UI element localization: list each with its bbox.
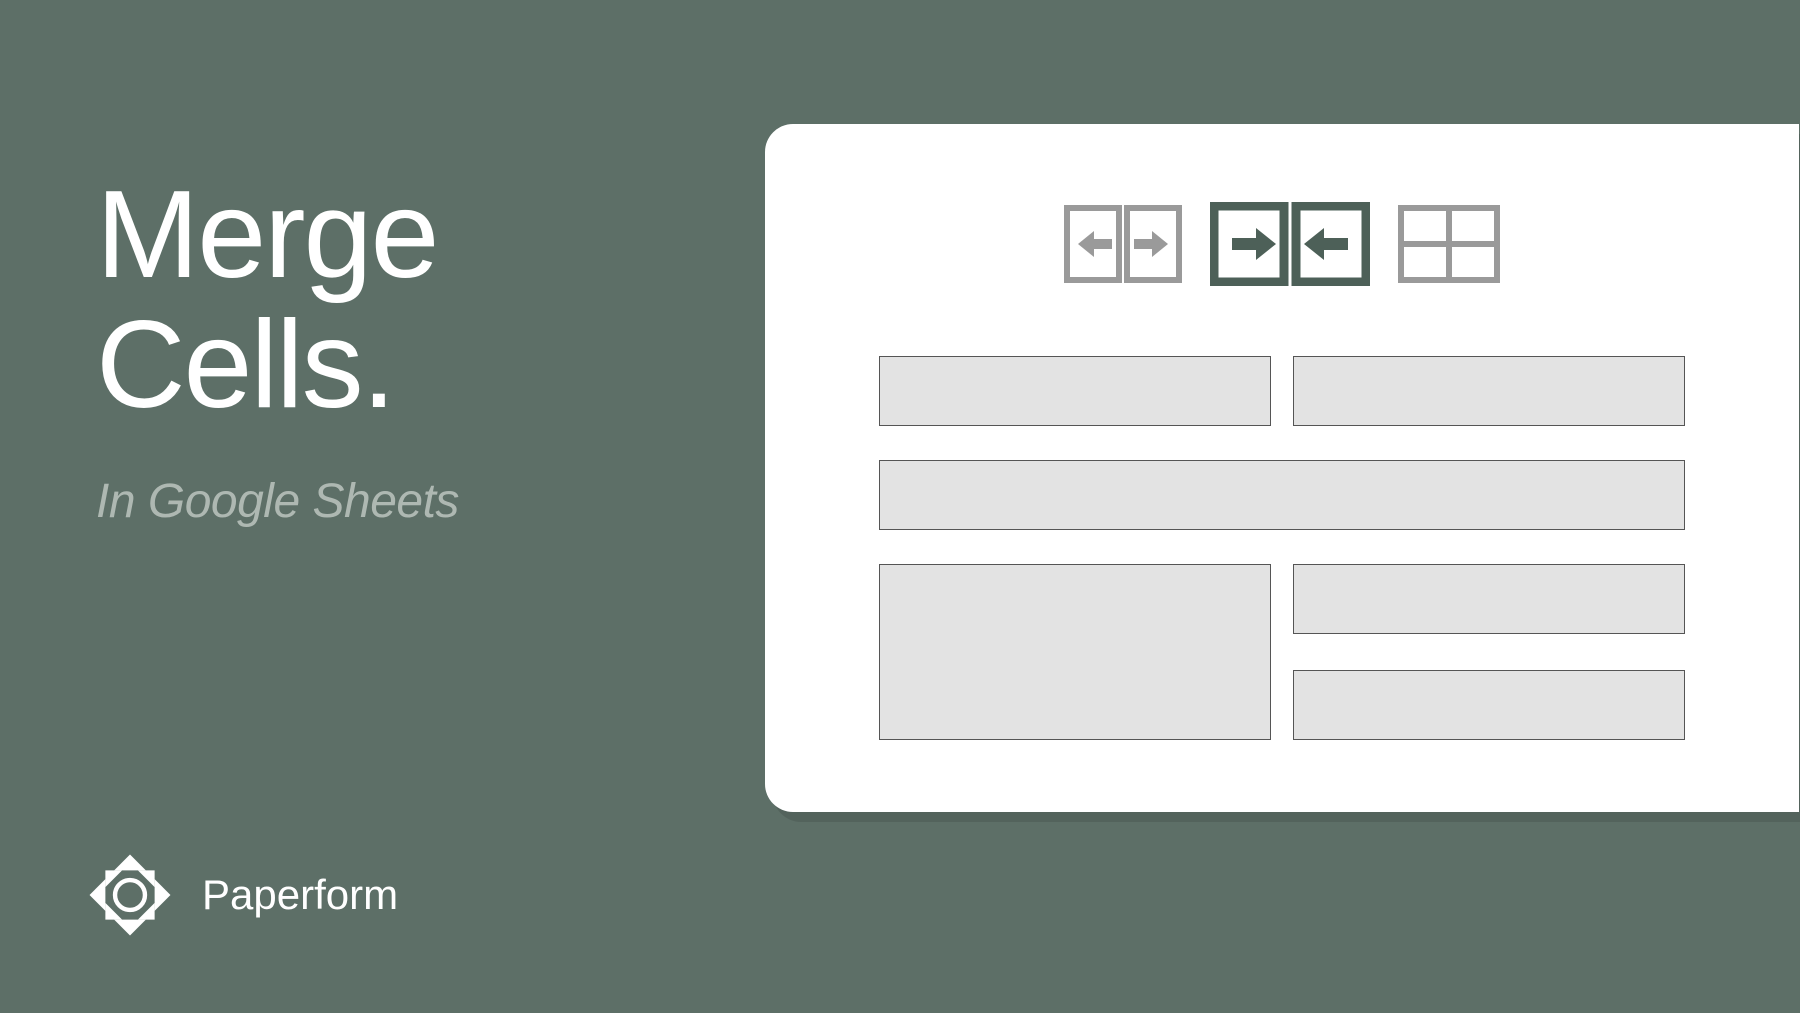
page-title-line1: Merge [96,170,459,300]
cell [1293,356,1685,426]
page-subtitle: In Google Sheets [96,474,459,529]
cell [1293,564,1685,634]
cell-merged-wide [879,460,1685,530]
toolbar [765,202,1799,286]
brand-block: Paperform [86,851,398,939]
cell [1293,670,1685,740]
cell [879,356,1271,426]
paperform-logo-icon [86,851,174,939]
illustration-card [765,124,1799,812]
brand-name: Paperform [202,871,398,919]
title-block: Merge Cells. In Google Sheets [96,170,459,529]
page-title-line2: Cells. [96,300,459,430]
unmerge-cells-icon [1064,205,1182,283]
merge-horizontal-icon [1210,202,1370,286]
borders-grid-icon [1398,205,1500,283]
cell-merged-tall [879,564,1271,740]
